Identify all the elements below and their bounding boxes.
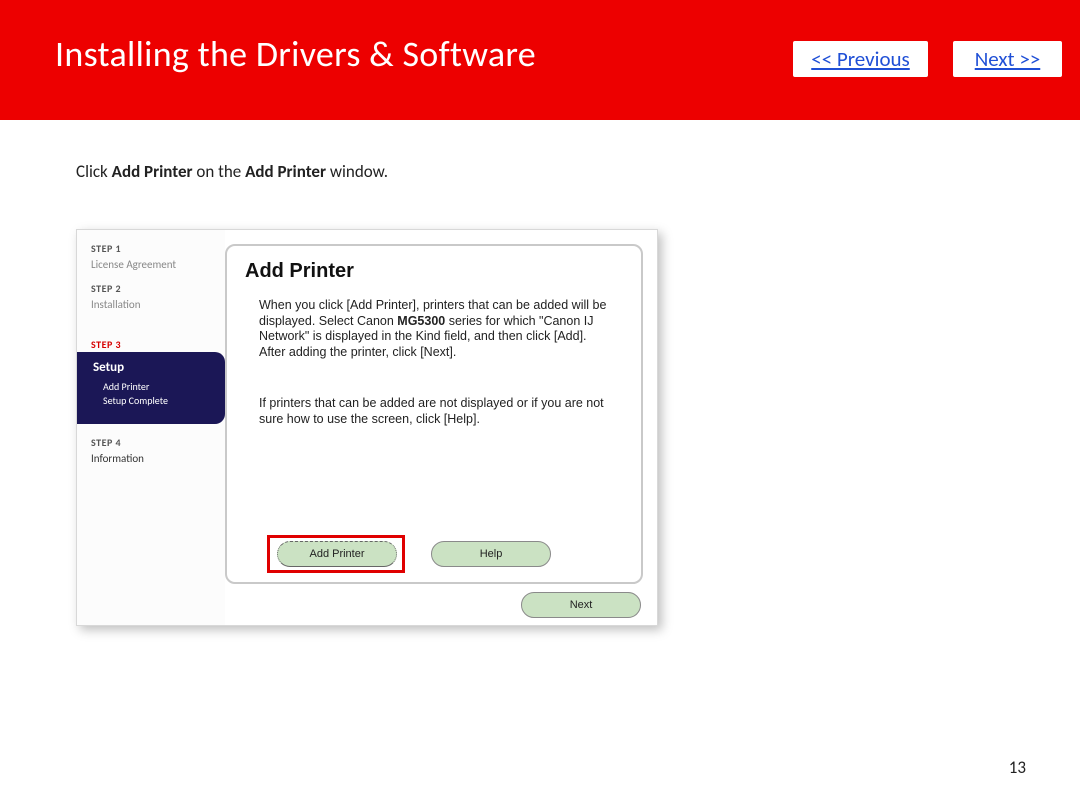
header-bar: Installing the Drivers & Software << Pre… bbox=[0, 0, 1080, 120]
sidebar-step3-sub1: Add Printer bbox=[103, 380, 149, 393]
instruction-bold2: Add Printer bbox=[245, 161, 326, 182]
wizard-next-button[interactable]: Next bbox=[521, 592, 641, 618]
sidebar-step4-item: Information bbox=[91, 452, 144, 465]
previous-button[interactable]: << Previous bbox=[793, 41, 928, 77]
wizard-main-panel: Add Printer When you click [Add Printer]… bbox=[225, 244, 643, 584]
instruction-pre: Click bbox=[76, 161, 112, 182]
instruction-text: Click Add Printer on the Add Printer win… bbox=[76, 161, 388, 182]
wizard-paragraph2: If printers that can be added are not di… bbox=[259, 396, 615, 427]
wizard-window: STEP 1 License Agreement STEP 2 Installa… bbox=[76, 229, 658, 626]
wizard-heading: Add Printer bbox=[245, 260, 354, 283]
page-title: Installing the Drivers & Software bbox=[55, 32, 536, 76]
add-printer-button[interactable]: Add Printer bbox=[277, 541, 397, 567]
instruction-bold1: Add Printer bbox=[112, 161, 193, 182]
sidebar-step3-label: STEP 3 bbox=[91, 338, 121, 351]
sidebar-step1-label: STEP 1 bbox=[91, 242, 121, 255]
wizard-p1-bold: MG5300 bbox=[397, 314, 445, 328]
sidebar-step4-label: STEP 4 bbox=[91, 436, 121, 449]
help-button[interactable]: Help bbox=[431, 541, 551, 567]
sidebar-step2-label: STEP 2 bbox=[91, 282, 121, 295]
wizard-paragraph1: When you click [Add Printer], printers t… bbox=[259, 298, 615, 361]
sidebar-step1-item: License Agreement bbox=[91, 258, 176, 271]
next-button[interactable]: Next >> bbox=[953, 41, 1062, 77]
page-number: 13 bbox=[1009, 757, 1026, 778]
sidebar-step3-sub2: Setup Complete bbox=[103, 394, 168, 407]
sidebar-step3-title: Setup bbox=[93, 360, 124, 375]
sidebar-active-step: Setup Add Printer Setup Complete bbox=[77, 352, 225, 424]
wizard-sidebar: STEP 1 License Agreement STEP 2 Installa… bbox=[77, 230, 225, 625]
sidebar-step2-item: Installation bbox=[91, 298, 140, 311]
instruction-mid: on the bbox=[193, 161, 246, 182]
instruction-post: window. bbox=[326, 161, 388, 182]
